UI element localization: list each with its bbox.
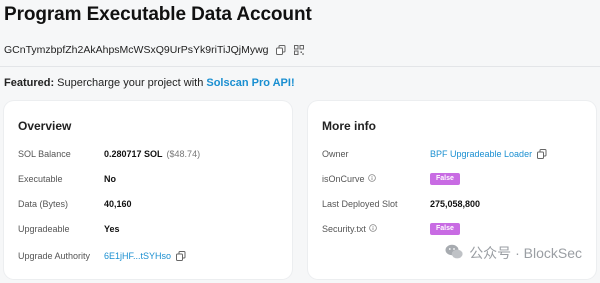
more-info-card: More info Owner BPF Upgradeable Loader i…	[308, 101, 596, 279]
executable-label: Executable	[18, 174, 63, 184]
is-on-curve-badge: False	[430, 173, 460, 185]
account-address-row: GCnTymzbpfZh2AkAhpsMcWSxQ9UrPsYk9riTiJQj…	[4, 44, 305, 56]
overview-card: Overview SOL Balance 0.280717 SOL ($48.74…	[4, 101, 292, 279]
security-txt-row: Security.txt False	[322, 222, 586, 236]
is-on-curve-label: isOnCurve	[322, 174, 365, 184]
security-txt-label: Security.txt	[322, 224, 366, 234]
featured-text: Supercharge your project with	[54, 77, 207, 89]
header-divider	[0, 66, 600, 67]
more-info-title: More info	[322, 119, 376, 133]
sol-balance-label: SOL Balance	[18, 149, 71, 159]
owner-row: Owner BPF Upgradeable Loader	[322, 147, 586, 161]
upgradeable-row: Upgradeable Yes	[18, 222, 282, 236]
watermark-text: 公众号 · BlockSec	[469, 245, 582, 261]
copy-icon[interactable]	[175, 250, 187, 262]
upgradeable-value: Yes	[104, 224, 120, 234]
sol-balance-usd: ($48.74)	[166, 149, 201, 159]
overview-title: Overview	[18, 119, 72, 133]
last-deployed-slot-row: Last Deployed Slot 275,058,800	[322, 197, 586, 211]
wechat-icon	[445, 244, 463, 263]
sol-balance-row: SOL Balance 0.280717 SOL ($48.74)	[18, 147, 282, 161]
owner-label: Owner	[322, 149, 349, 159]
security-txt-badge: False	[430, 223, 460, 235]
info-icon[interactable]	[369, 224, 377, 234]
info-icon[interactable]	[367, 174, 376, 184]
watermark: 公众号 · BlockSec	[445, 243, 582, 263]
upgradeable-label: Upgradeable	[18, 224, 70, 234]
upgrade-authority-label: Upgrade Authority	[18, 251, 91, 261]
qr-code-icon[interactable]	[293, 44, 305, 56]
page-title: Program Executable Data Account	[4, 4, 312, 25]
account-address: GCnTymzbpfZh2AkAhpsMcWSxQ9UrPsYk9riTiJQj…	[4, 44, 269, 56]
is-on-curve-row: isOnCurve False	[322, 172, 586, 186]
copy-icon[interactable]	[275, 44, 287, 56]
upgrade-authority-row: Upgrade Authority 6E1jHF...tSYHso	[18, 249, 282, 263]
copy-icon[interactable]	[536, 148, 548, 160]
executable-value: No	[104, 174, 116, 184]
data-bytes-label: Data (Bytes)	[18, 199, 69, 209]
last-deployed-slot-value[interactable]: 275,058,800	[430, 199, 480, 209]
featured-label: Featured:	[4, 77, 55, 89]
featured-banner: Featured: Supercharge your project with …	[4, 77, 295, 89]
data-bytes-value: 40,160	[104, 199, 132, 209]
solscan-pro-api-link[interactable]: Solscan Pro API!	[206, 77, 294, 89]
owner-link[interactable]: BPF Upgradeable Loader	[430, 149, 532, 159]
upgrade-authority-link[interactable]: 6E1jHF...tSYHso	[104, 251, 171, 261]
executable-row: Executable No	[18, 172, 282, 186]
last-deployed-slot-label: Last Deployed Slot	[322, 199, 398, 209]
data-bytes-row: Data (Bytes) 40,160	[18, 197, 282, 211]
sol-balance-value: 0.280717 SOL	[104, 149, 163, 159]
